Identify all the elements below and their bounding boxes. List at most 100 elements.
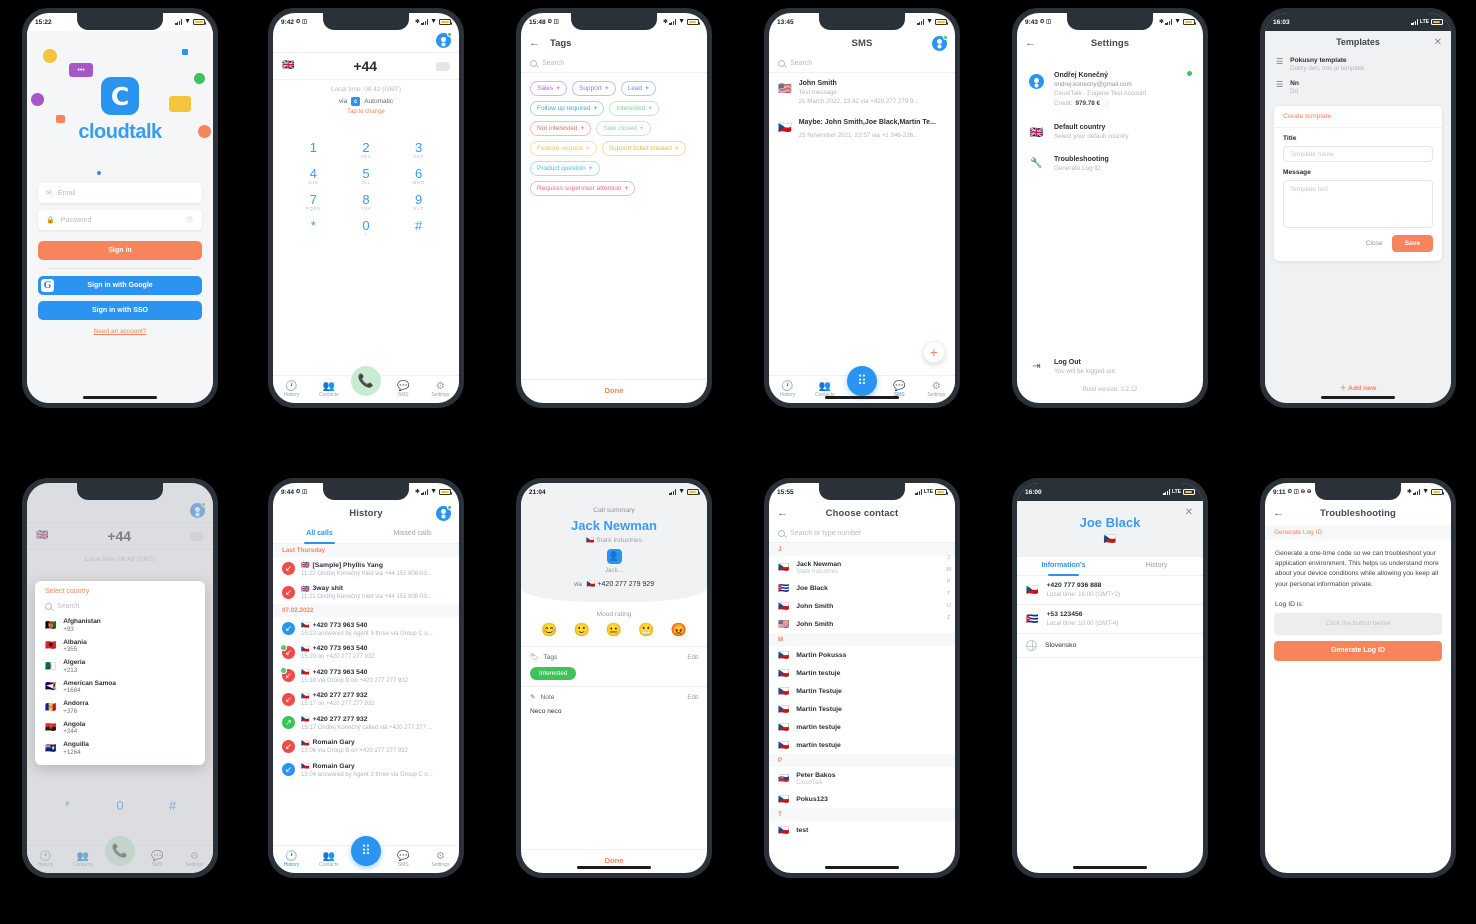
table-row[interactable]: Slovensko bbox=[1017, 634, 1203, 658]
dialpad-button[interactable]: ⠿ bbox=[351, 836, 381, 866]
table-row[interactable]: ↙ 🇨🇿 Romain Gary 13:06 via Group B on +420… bbox=[273, 735, 459, 759]
backspace-icon[interactable] bbox=[435, 61, 450, 71]
list-item[interactable]: ☰ Nn Dd bbox=[1265, 76, 1451, 99]
tag-chip[interactable]: Not interested + bbox=[530, 121, 592, 136]
dialpad-button[interactable]: ⠿ bbox=[847, 366, 877, 396]
search-input[interactable]: Search bbox=[521, 55, 707, 73]
list-item[interactable]: 🇨🇿 martin testuje bbox=[769, 718, 955, 736]
done-button[interactable]: Done bbox=[521, 379, 707, 403]
table-row[interactable]: ↙ 🇨🇿 +420 773 963 540 15:23 answered by Ag… bbox=[273, 617, 459, 641]
table-row[interactable]: ↙ ✓ 🇨🇿 +420 773 963 540 15:20 on +420 277 2… bbox=[273, 641, 459, 665]
tab-settings[interactable]: ⚙Settings bbox=[918, 381, 955, 399]
list-item[interactable]: 🇨🇿 Maybe: John Smith,Joe Black,Martin Te… bbox=[769, 112, 955, 146]
country-flag-icon[interactable]: 🇬🇧 bbox=[282, 61, 294, 71]
tag-chip[interactable]: Product question + bbox=[530, 161, 600, 176]
key-8[interactable]: 8 TUV bbox=[340, 193, 393, 211]
list-item[interactable]: 🇺🇸 John Smith Test message 21 March 2022… bbox=[769, 73, 955, 112]
list-item[interactable]: 🇨🇿 John Smith bbox=[769, 597, 955, 615]
tag-chip[interactable]: Requires supervisor attention + bbox=[530, 181, 636, 196]
back-icon[interactable]: ← bbox=[1025, 37, 1036, 49]
mood-option[interactable]: 😊 bbox=[541, 622, 557, 638]
tag-chip[interactable]: Feature request + bbox=[530, 141, 597, 156]
back-icon[interactable]: ← bbox=[529, 37, 540, 49]
email-field[interactable]: ✉ Email bbox=[38, 183, 202, 203]
list-item[interactable]: 🇨🇿 Martin testuje bbox=[769, 664, 955, 682]
troubleshooting-row[interactable]: 🔧 Troubleshooting Generate Log ID bbox=[1017, 144, 1203, 176]
list-item[interactable]: 🇸🇰 Peter Bakos CloudTalk bbox=[769, 767, 955, 790]
sign-in-sso-button[interactable]: Sign in with SSO bbox=[38, 301, 202, 320]
key-1[interactable]: 1 bbox=[287, 141, 340, 159]
generate-logid-button[interactable]: Generate Log ID bbox=[1274, 640, 1442, 661]
mood-option[interactable]: 😬 bbox=[638, 622, 654, 638]
save-button[interactable]: Save bbox=[1391, 235, 1433, 252]
list-item[interactable]: 🇦🇫 Afghanistan +93 bbox=[35, 615, 205, 636]
call-button[interactable]: 📞 bbox=[351, 366, 381, 396]
key-7[interactable]: 7 PQRS bbox=[287, 193, 340, 211]
tab-history[interactable]: 🕐History bbox=[273, 381, 310, 399]
list-item[interactable]: 🇨🇿 Martin Testuje bbox=[769, 682, 955, 700]
list-item[interactable]: 🇦🇩 Andorra +376 bbox=[35, 697, 205, 718]
mood-option[interactable]: 😡 bbox=[671, 622, 687, 638]
search-input[interactable]: Search bbox=[769, 55, 955, 73]
list-item[interactable]: 🇦🇮 Anguilla +1264 bbox=[35, 738, 205, 759]
add-new-button[interactable]: ＋ Add new bbox=[1265, 382, 1451, 392]
list-item[interactable]: 🇨🇿 Martin Testuje bbox=[769, 700, 955, 718]
key-6[interactable]: 6 MNO bbox=[392, 167, 445, 185]
list-item[interactable]: 🇦🇱 Albania +355 bbox=[35, 636, 205, 657]
tab-history[interactable]: 🕐History bbox=[769, 381, 806, 399]
mood-option[interactable]: 🙂 bbox=[573, 622, 589, 638]
close-icon[interactable]: ✕ bbox=[1434, 37, 1442, 48]
key-hash[interactable]: # bbox=[392, 219, 445, 237]
tag-chip[interactable]: Sales + bbox=[530, 81, 568, 96]
tags-edit-button[interactable]: Edit bbox=[687, 654, 698, 661]
search-input[interactable]: Search bbox=[35, 601, 205, 615]
table-row[interactable]: ↙ 🇨🇿 +420 277 277 932 15:17 on +420 277 27… bbox=[273, 688, 459, 712]
via-row[interactable]: via c Automatic bbox=[273, 97, 459, 106]
logout-row[interactable]: ⇥ Log Out You will be logged out bbox=[1017, 350, 1203, 381]
list-item[interactable]: 🇨🇿 Pokus123 bbox=[769, 790, 955, 808]
password-field[interactable]: 🔒 Password 👁 bbox=[38, 210, 202, 230]
alphabet-index[interactable]: J M P T U Z bbox=[946, 555, 951, 621]
tab-sms[interactable]: 💬SMS bbox=[385, 381, 422, 399]
tab-sms[interactable]: 💬SMS bbox=[385, 851, 422, 869]
template-title-input[interactable]: Template name bbox=[1283, 146, 1433, 162]
list-item[interactable]: 🇨🇿 Jack Newman Stark Industries bbox=[769, 556, 955, 579]
key-star[interactable]: * bbox=[287, 219, 340, 237]
list-item[interactable]: 🇩🇿 Algeria +213 bbox=[35, 656, 205, 677]
sign-in-button[interactable]: Sign in bbox=[38, 241, 202, 260]
tag-chip[interactable]: Interested + bbox=[609, 101, 659, 116]
back-icon[interactable]: ← bbox=[1273, 507, 1284, 519]
tag-chip[interactable]: Support + bbox=[572, 81, 616, 96]
table-row[interactable]: ↙ 🇨🇿 Romain Gary 13:04 answered by Agent 3… bbox=[273, 758, 459, 782]
back-icon[interactable]: ← bbox=[777, 507, 788, 519]
tag-chip[interactable]: Support ticket created + bbox=[601, 141, 686, 156]
list-item[interactable]: 🇨🇿 Martin Pokusss bbox=[769, 646, 955, 664]
tag-chip[interactable]: Interested bbox=[530, 667, 577, 680]
mood-option[interactable]: 😐 bbox=[606, 622, 622, 638]
tab-history[interactable]: 🕐History bbox=[273, 851, 310, 869]
list-item[interactable]: 🇦🇸 American Samoa +1684 bbox=[35, 677, 205, 698]
account-row[interactable]: Ondřej Konečný ondrej.konecny@gmail.com … bbox=[1017, 55, 1203, 112]
table-row[interactable]: ↗ 🇨🇿 +420 277 277 932 15:17 Ondřej Konečný… bbox=[273, 711, 459, 735]
key-9[interactable]: 9 XYZ bbox=[392, 193, 445, 211]
avatar[interactable] bbox=[932, 34, 948, 51]
sign-in-google-button[interactable]: G Sign in with Google bbox=[38, 276, 202, 295]
tag-chip[interactable]: Sale closed + bbox=[596, 121, 651, 136]
need-account-link[interactable]: Need an account? bbox=[27, 328, 213, 335]
table-row[interactable]: ↙ ✓ 🇨🇿 +420 773 963 540 15:18 via Group B o… bbox=[273, 664, 459, 688]
close-button[interactable]: Close bbox=[1366, 240, 1383, 247]
template-message-input[interactable]: Template text bbox=[1283, 180, 1433, 228]
tab-contacts[interactable]: 👥Contacts bbox=[310, 851, 347, 869]
list-item[interactable]: 🇨🇺 Joe Black bbox=[769, 579, 955, 597]
list-item[interactable]: ☰ Pokusny template Dobry den, toto je te… bbox=[1265, 53, 1451, 76]
note-edit-button[interactable]: Edit bbox=[687, 694, 698, 701]
search-input[interactable]: Search or type number bbox=[769, 525, 955, 543]
tab-all-calls[interactable]: All calls bbox=[273, 525, 366, 544]
eye-icon[interactable]: 👁 bbox=[185, 216, 194, 224]
key-0[interactable]: 0+ bbox=[340, 219, 393, 237]
tab-information[interactable]: Information's bbox=[1017, 557, 1110, 576]
key-2[interactable]: 2 ABC bbox=[340, 141, 393, 159]
table-row[interactable]: 🇨🇿 +420 777 936 888 Local time: 16:00 (GM… bbox=[1017, 576, 1203, 605]
table-row[interactable]: ↙ 🇬🇧 [Sample] Phyllis Yang 11:22 Ondřej Ko… bbox=[273, 557, 459, 581]
list-item[interactable]: 🇦🇴 Angola +244 bbox=[35, 718, 205, 739]
